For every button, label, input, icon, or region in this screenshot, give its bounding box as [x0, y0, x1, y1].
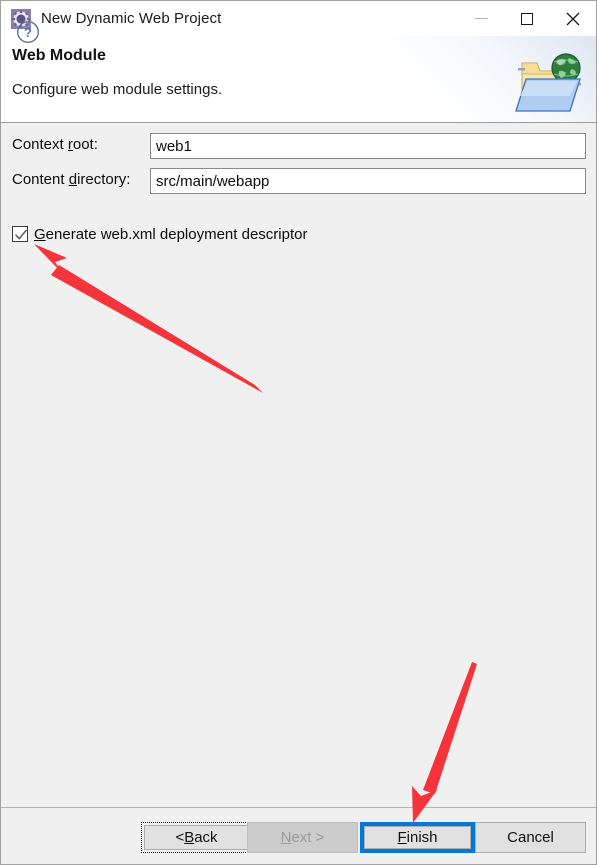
generate-webxml-checkbox-row[interactable]: Generate web.xml deployment descriptor: [12, 223, 307, 245]
context-root-input[interactable]: [150, 133, 586, 159]
new-dynamic-web-project-dialog: New Dynamic Web Project Web Module Confi…: [0, 0, 597, 865]
checkmark-icon: [14, 229, 28, 240]
next-button[interactable]: Next >: [247, 822, 358, 853]
page-subtitle: Configure web module settings.: [12, 81, 223, 98]
context-root-label: Context root:: [12, 136, 98, 153]
dialog-body: Context root: Content directory: Generat…: [1, 123, 596, 807]
svg-text:?: ?: [24, 25, 32, 40]
wizard-header: Web Module Configure web module settings…: [1, 36, 596, 123]
content-directory-label: Content directory:: [12, 171, 131, 188]
finish-button[interactable]: Finish: [360, 822, 475, 853]
close-icon[interactable]: [550, 1, 596, 36]
window-title: New Dynamic Web Project: [41, 10, 222, 27]
maximize-icon[interactable]: [504, 1, 550, 36]
content-directory-input[interactable]: [150, 168, 586, 194]
generate-webxml-checkbox[interactable]: [12, 226, 28, 242]
title-bar: New Dynamic Web Project: [1, 1, 596, 36]
content-directory-row: Content directory:: [1, 168, 596, 194]
window-controls: [458, 1, 596, 36]
content-directory-mnemonic: d: [68, 171, 78, 188]
back-button[interactable]: < Back: [141, 822, 252, 853]
help-icon[interactable]: ?: [16, 20, 40, 44]
generate-webxml-mnemonic: G: [34, 225, 46, 243]
web-folder-globe-icon: [510, 41, 588, 117]
page-title: Web Module: [12, 47, 106, 64]
generate-webxml-label: Generate web.xml deployment descriptor: [34, 225, 308, 243]
context-root-row: Context root:: [1, 133, 596, 159]
minimize-icon[interactable]: [458, 1, 504, 36]
cancel-button[interactable]: Cancel: [475, 822, 586, 853]
